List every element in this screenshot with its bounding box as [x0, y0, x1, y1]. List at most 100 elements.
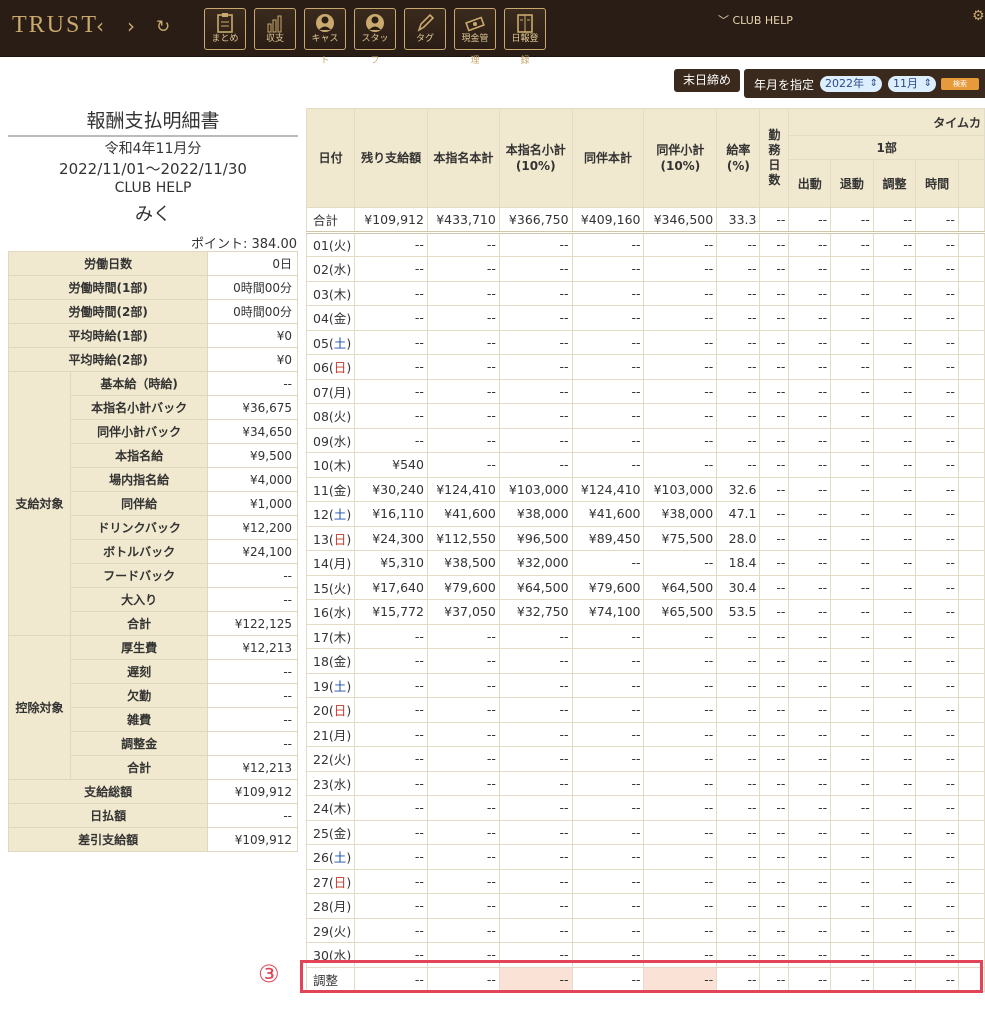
month-end-button[interactable]: 末日締め — [674, 69, 740, 92]
summary-key: 本指名給 — [69, 443, 209, 468]
value-cell: -- — [830, 672, 874, 698]
summary-key: 雑費 — [69, 707, 209, 732]
value-cell: ¥79,600 — [426, 574, 500, 600]
value-cell: -- — [354, 721, 428, 747]
summary-row: 平均時給(2部) ¥0 — [7, 347, 298, 372]
value-cell — [957, 721, 985, 747]
date-cell: 13(日) — [305, 525, 356, 551]
value-cell: -- — [571, 868, 645, 894]
value-cell: -- — [915, 721, 959, 747]
summary-key: 労働時間(1部) — [7, 275, 209, 300]
value-cell: -- — [716, 893, 761, 919]
value-cell — [957, 427, 985, 453]
value-cell: ¥64,500 — [498, 574, 573, 600]
table-row: 06(日) -- -- -- -- -- -- -- -- -- -- -- — [305, 354, 985, 380]
top-bar: TRUST ‹ › ↻ まとめ 収支 キャス ト スタッ フ タグ 現金管 理 … — [0, 0, 985, 66]
date-cell: 02(水) — [305, 256, 356, 282]
forward-arrow-icon[interactable]: › — [127, 14, 135, 38]
weekday: 金 — [333, 654, 347, 670]
value-cell: -- — [498, 427, 573, 453]
value-cell: -- — [426, 721, 500, 747]
value-cell: -- — [498, 231, 573, 257]
value-cell: -- — [915, 305, 959, 331]
value-cell: ¥74,100 — [571, 599, 645, 625]
value-cell: -- — [759, 305, 790, 331]
table-row: 28(月) -- -- -- -- -- -- -- -- -- -- -- — [305, 893, 985, 919]
value-cell: -- — [759, 623, 790, 649]
value-cell: -- — [830, 329, 874, 355]
table-row: 15(火) ¥17,640 ¥79,600 ¥64,500 ¥79,600 ¥64,500… — [305, 574, 985, 600]
month-select[interactable]: 11月 — [888, 76, 936, 92]
value-cell: -- — [830, 721, 874, 747]
value-cell: -- — [759, 672, 790, 698]
value-cell — [957, 574, 985, 600]
year-select[interactable]: 2022年 — [820, 76, 882, 92]
value-cell: -- — [643, 623, 718, 649]
value-cell: -- — [716, 844, 761, 870]
person-icon — [316, 14, 334, 32]
value-cell — [957, 672, 985, 698]
points-value: ポイント: 384.00 — [191, 237, 297, 252]
value-cell: ¥32,000 — [498, 550, 573, 576]
value-cell: -- — [571, 231, 645, 257]
value-cell: -- — [872, 452, 917, 478]
daily-report-button[interactable]: 日報登 録 — [504, 8, 546, 66]
value-cell: 28.0 — [716, 525, 761, 551]
date-cell: 25(金) — [305, 819, 356, 845]
summary-row: 控除対象 厚生費 ¥12,213 — [8, 635, 298, 780]
value-cell: -- — [426, 795, 500, 821]
value-cell: 18.4 — [716, 550, 761, 576]
value-cell — [957, 280, 985, 306]
gear-icon[interactable]: ⚙ — [972, 8, 985, 24]
summary-value: ¥109,912 — [207, 827, 298, 852]
value-cell: -- — [571, 893, 645, 919]
value-cell: -- — [915, 550, 959, 576]
cast-button[interactable]: キャス ト — [304, 8, 346, 66]
club-menu[interactable]: ﹀ CLUB HELP — [718, 12, 793, 28]
reload-icon[interactable]: ↻ — [156, 17, 170, 37]
value-cell: 30.4 — [716, 574, 761, 600]
summary-key: フードバック — [69, 563, 209, 588]
value-cell: -- — [354, 893, 428, 919]
value-cell: -- — [788, 844, 832, 870]
weekday: 日 — [333, 360, 347, 376]
summary-button[interactable]: まとめ — [204, 8, 246, 50]
value-cell: ¥366,750 — [498, 207, 573, 234]
cash-management-button[interactable]: 現金管 理 — [454, 8, 496, 66]
app-logo[interactable]: TRUST — [12, 12, 98, 39]
value-cell: -- — [830, 231, 874, 257]
value-cell: -- — [830, 305, 874, 331]
table-row: 17(木) -- -- -- -- -- -- -- -- -- -- -- — [305, 623, 985, 649]
back-arrow-icon[interactable]: ‹ — [96, 14, 104, 38]
value-cell: -- — [830, 697, 874, 723]
value-cell: -- — [830, 844, 874, 870]
value-cell: -- — [872, 648, 917, 674]
staff-button[interactable]: スタッ フ — [354, 8, 396, 66]
value-cell: -- — [426, 378, 500, 404]
summary-key: 場内指名給 — [69, 467, 209, 492]
date-cell: 24(木) — [305, 795, 356, 821]
value-cell: 32.6 — [716, 476, 761, 502]
value-cell: ¥79,600 — [571, 574, 645, 600]
value-cell: -- — [498, 697, 573, 723]
value-cell: -- — [716, 623, 761, 649]
value-cell: -- — [426, 354, 500, 380]
tag-button[interactable]: タグ — [404, 8, 446, 50]
value-cell: -- — [571, 770, 645, 796]
weekday: 月 — [333, 556, 347, 572]
search-button[interactable]: 検索 — [941, 78, 979, 90]
value-cell: ¥16,110 — [354, 501, 428, 527]
summary-group: 控除対象 — [8, 635, 71, 780]
value-cell: -- — [716, 329, 761, 355]
summary-key: 本指名小計バック — [69, 395, 209, 420]
value-cell: -- — [426, 427, 500, 453]
value-cell: -- — [643, 868, 718, 894]
value-cell: -- — [498, 280, 573, 306]
summary-value: -- — [207, 587, 298, 612]
income-button[interactable]: 収支 — [254, 8, 296, 50]
table-row: 09(水) -- -- -- -- -- -- -- -- -- -- -- — [305, 427, 985, 453]
value-cell: -- — [788, 476, 832, 502]
value-cell: -- — [571, 623, 645, 649]
value-cell: -- — [426, 819, 500, 845]
book-icon — [517, 14, 533, 33]
